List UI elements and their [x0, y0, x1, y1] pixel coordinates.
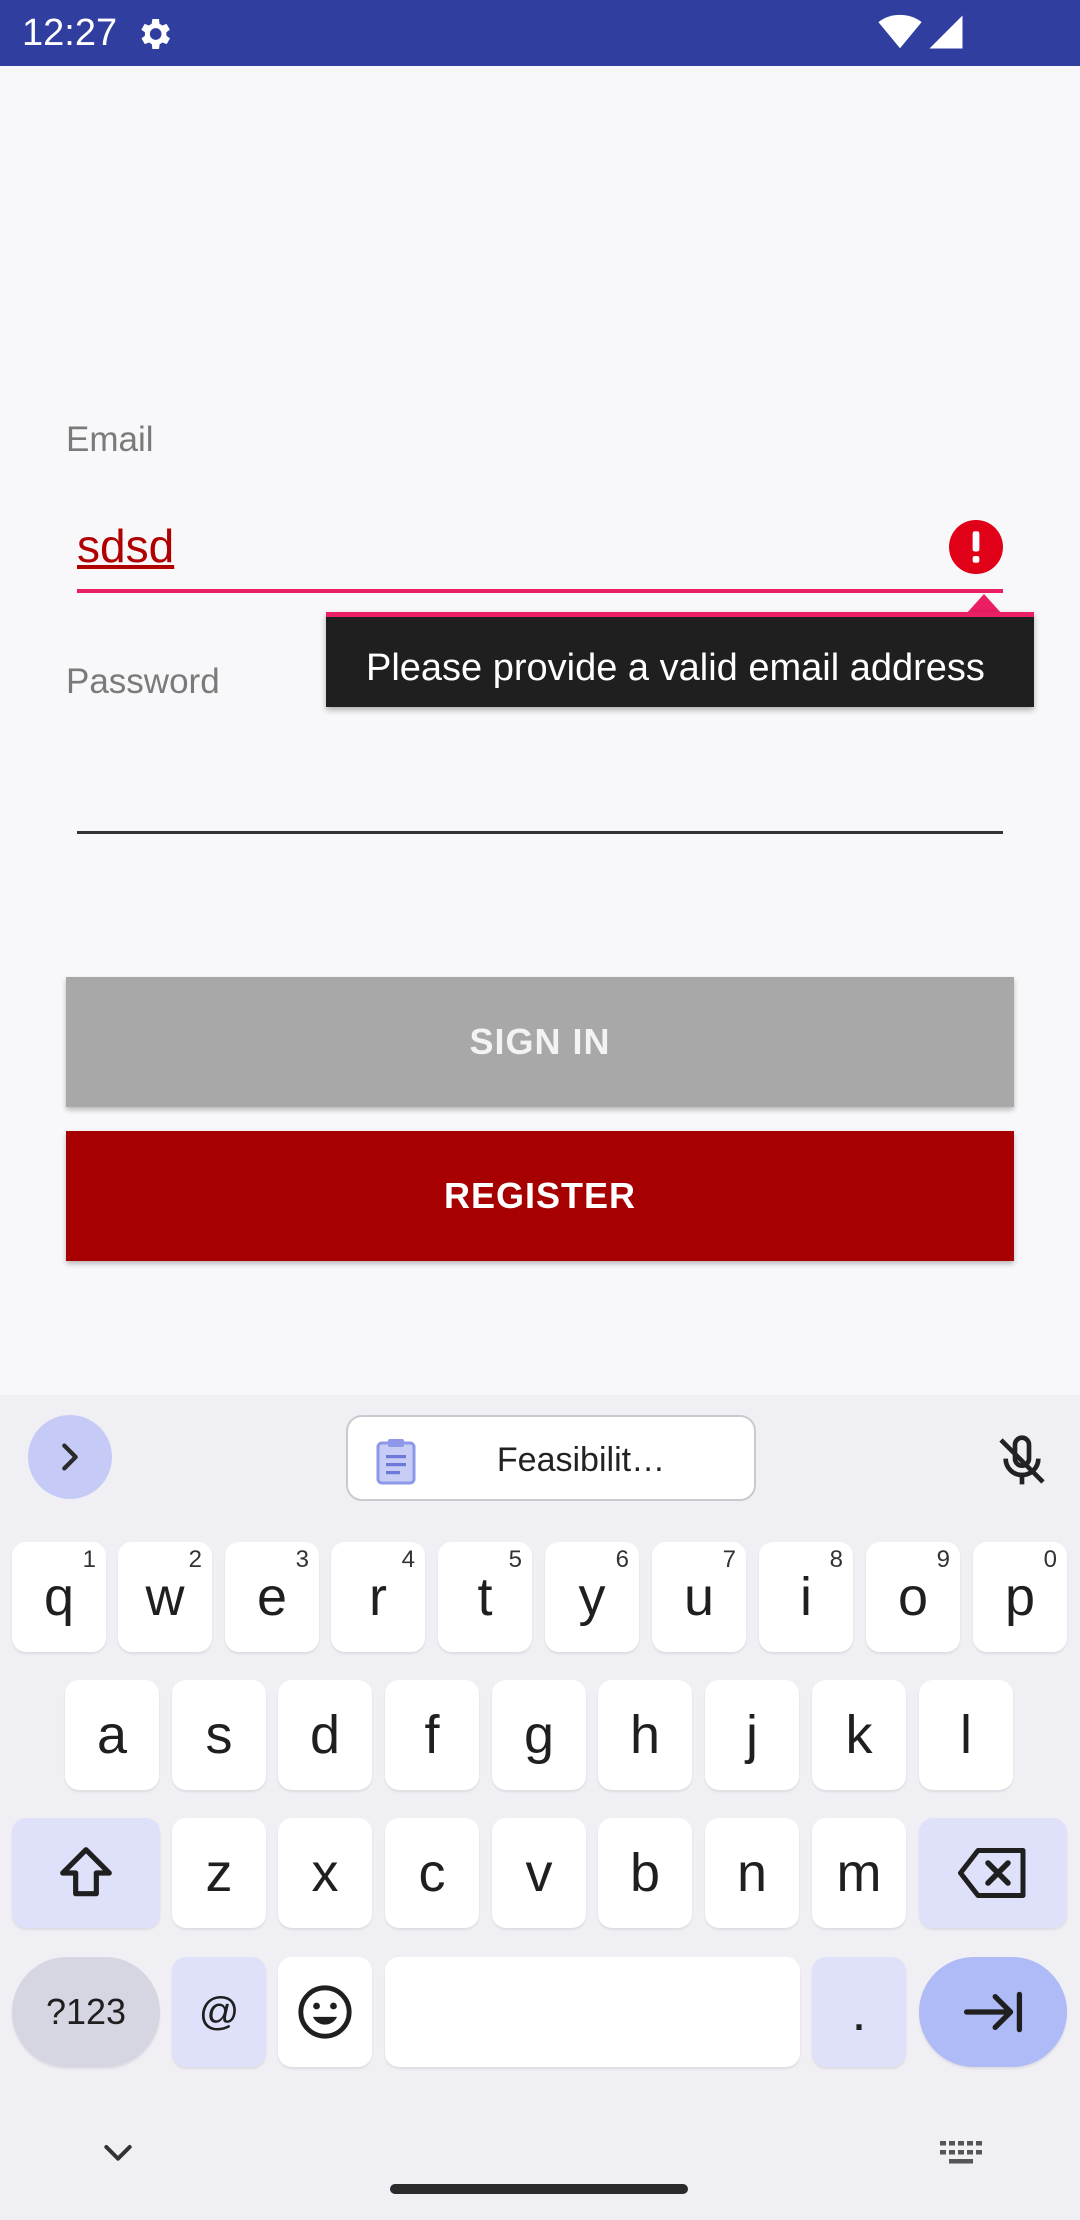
key-e[interactable]: e3: [225, 1542, 319, 1652]
clipboard-icon: [376, 1439, 416, 1485]
key-u[interactable]: u7: [652, 1542, 746, 1652]
key-h[interactable]: h: [598, 1680, 692, 1790]
symbols-key[interactable]: ?123: [12, 1957, 160, 2067]
emoji-icon: [298, 1985, 352, 2039]
gear-icon: [141, 19, 170, 49]
shift-icon: [60, 1847, 112, 1897]
key-f[interactable]: f: [385, 1680, 479, 1790]
mic-off-icon[interactable]: [994, 1433, 1050, 1489]
key-w[interactable]: w2: [118, 1542, 212, 1652]
emoji-key[interactable]: [278, 1957, 372, 2067]
keyboard-icon[interactable]: [938, 2138, 984, 2168]
key-s[interactable]: s: [172, 1680, 266, 1790]
soft-keyboard: Feasibilit… q1 w2 e3 r4 t5 y6 u7 i8 o9 p…: [0, 1395, 1080, 2220]
key-x[interactable]: x: [278, 1818, 372, 1928]
key-n[interactable]: n: [705, 1818, 799, 1928]
screen: 12:27 Email sdsd Please provide a valid …: [0, 0, 1080, 2220]
key-at[interactable]: @: [172, 1957, 266, 2067]
backspace-key[interactable]: [919, 1818, 1067, 1928]
email-field[interactable]: sdsd: [77, 515, 1003, 593]
key-j[interactable]: j: [705, 1680, 799, 1790]
key-p[interactable]: p0: [973, 1542, 1067, 1652]
email-error-tooltip: Please provide a valid email address: [326, 612, 1034, 707]
key-y[interactable]: y6: [545, 1542, 639, 1652]
wifi-icon: [878, 14, 922, 49]
signal-icon: [929, 15, 963, 49]
clipboard-suggestion-text: Feasibilit…: [496, 1441, 666, 1479]
register-button[interactable]: REGISTER: [66, 1131, 1014, 1261]
key-o[interactable]: o9: [866, 1542, 960, 1652]
password-field[interactable]: [77, 760, 1003, 834]
key-l[interactable]: l: [919, 1680, 1013, 1790]
key-a[interactable]: a: [65, 1680, 159, 1790]
key-k[interactable]: k: [812, 1680, 906, 1790]
space-key[interactable]: [385, 1957, 800, 2067]
status-time: 12:27: [22, 12, 118, 54]
tooltip-arrow: [966, 594, 1002, 614]
clipboard-suggestion-chip[interactable]: Feasibilit…: [346, 1415, 756, 1501]
password-label: Password: [66, 662, 220, 701]
shift-key[interactable]: [12, 1818, 160, 1928]
keyboard-expand-button[interactable]: [28, 1415, 112, 1499]
email-input-value: sdsd: [77, 520, 175, 572]
status-bar: 12:27: [0, 0, 1080, 66]
chevron-down-icon[interactable]: [98, 2132, 138, 2172]
key-z[interactable]: z: [172, 1818, 266, 1928]
error-icon: [949, 520, 1003, 574]
enter-icon: [963, 1991, 1023, 2033]
email-label: Email: [66, 420, 154, 459]
key-g[interactable]: g: [492, 1680, 586, 1790]
key-r[interactable]: r4: [331, 1542, 425, 1652]
key-c[interactable]: c: [385, 1818, 479, 1928]
chevron-right-icon: [62, 1443, 78, 1471]
enter-key[interactable]: [919, 1957, 1067, 2067]
key-b[interactable]: b: [598, 1818, 692, 1928]
key-period[interactable]: .: [812, 1957, 906, 2067]
key-m[interactable]: m: [812, 1818, 906, 1928]
key-v[interactable]: v: [492, 1818, 586, 1928]
backspace-icon: [958, 1848, 1026, 1898]
home-indicator[interactable]: [390, 2184, 688, 2194]
email-error-text: Please provide a valid email address: [366, 647, 985, 689]
key-i[interactable]: i8: [759, 1542, 853, 1652]
key-q[interactable]: q1: [12, 1542, 106, 1652]
key-d[interactable]: d: [278, 1680, 372, 1790]
key-t[interactable]: t5: [438, 1542, 532, 1652]
sign-in-button[interactable]: SIGN IN: [66, 977, 1014, 1107]
